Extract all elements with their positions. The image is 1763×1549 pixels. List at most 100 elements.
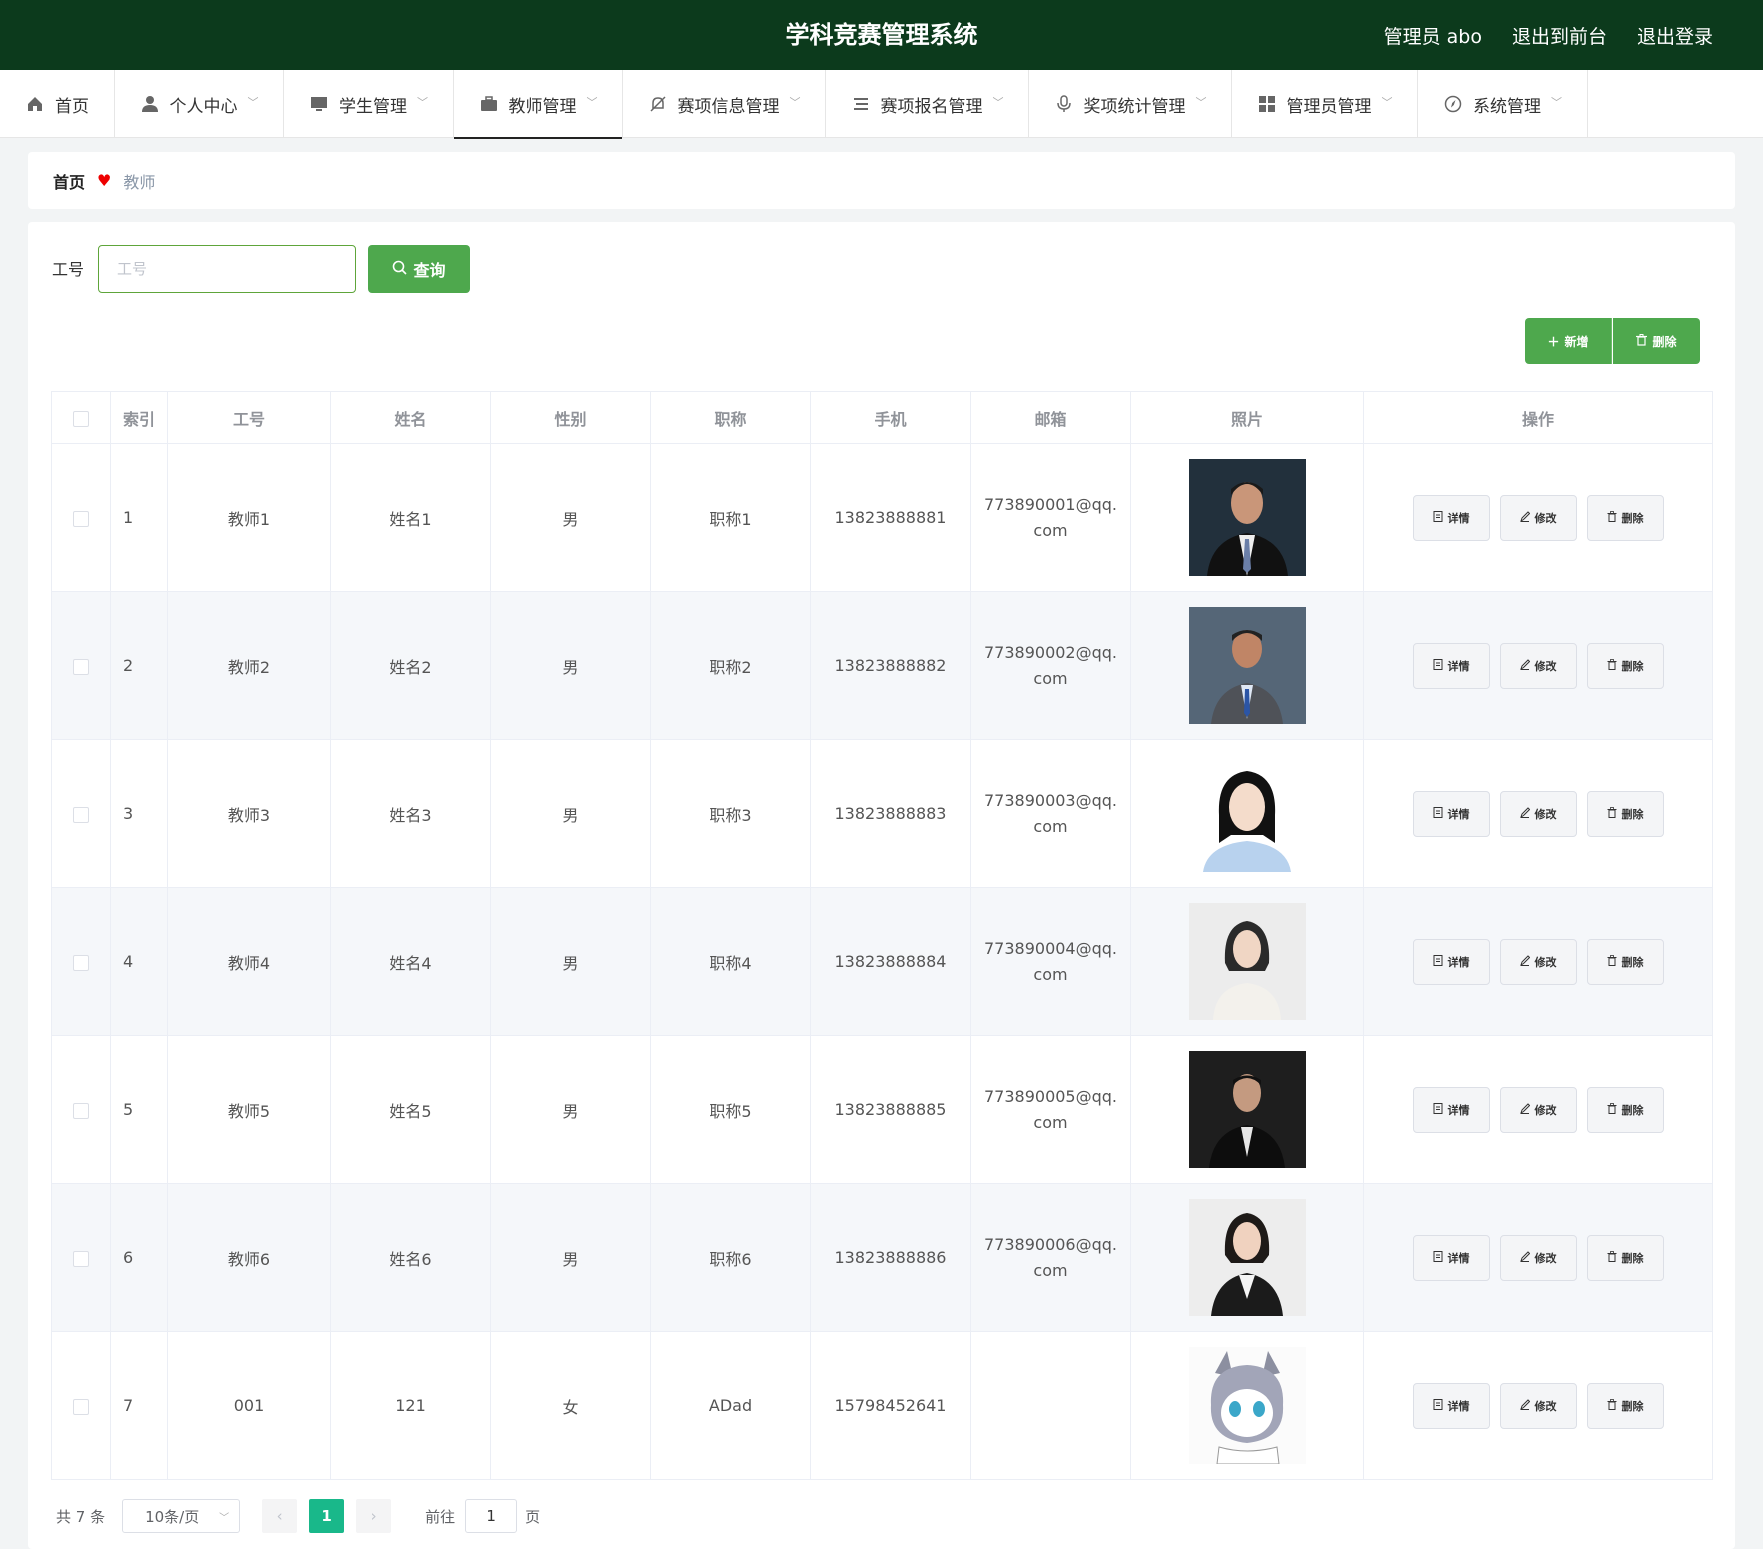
teacher-photo[interactable] (1188, 1199, 1306, 1316)
teacher-photo[interactable] (1188, 607, 1306, 724)
detail-button[interactable]: 详情 (1412, 1234, 1490, 1281)
table-row: 2 教师2 姓名2 男职称2 13823888882 773890002@qq.com 详情… (51, 591, 1713, 740)
cell-index: 2 (110, 591, 168, 740)
cell-ops: 详情 修改 删除 (1363, 1035, 1713, 1184)
edit-button[interactable]: 修改 (1499, 494, 1577, 541)
row-checkbox[interactable] (73, 954, 89, 971)
cell-title: ADad (650, 1331, 811, 1480)
trash-icon (1607, 1398, 1617, 1413)
detail-button[interactable]: 详情 (1412, 1382, 1490, 1429)
email-text: 773890002@qq.com (983, 642, 1117, 688)
menu-label: 学生管理 (339, 96, 407, 117)
menu-item-student-mgmt[interactable]: 学生管理 ﹀ (284, 70, 454, 138)
edit-label: 修改 (1534, 1103, 1557, 1117)
row-checkbox[interactable] (73, 1250, 89, 1267)
menu-item-admin-mgmt[interactable]: 管理员管理 ﹀ (1232, 70, 1418, 138)
delete-button[interactable]: 删除 (1586, 494, 1664, 541)
menu-label: 赛项信息管理 (677, 96, 780, 117)
cell-photo (1130, 1331, 1364, 1480)
query-button[interactable]: 查询 (368, 245, 470, 293)
menu-item-contest-info-mgmt[interactable]: 赛项信息管理 ﹀ (623, 70, 826, 138)
email-text: 773890004@qq.com (983, 938, 1117, 984)
add-button-label: 新增 (1564, 334, 1589, 349)
row-checkbox[interactable] (73, 806, 89, 823)
cell-name: 121 (330, 1331, 491, 1480)
detail-button[interactable]: 详情 (1412, 790, 1490, 837)
teacher-photo[interactable] (1188, 1347, 1306, 1464)
add-button[interactable]: ＋ 新增 (1525, 318, 1612, 364)
prev-page-button[interactable]: ‹ (262, 1499, 298, 1533)
cell-title: 职称5 (650, 1035, 811, 1184)
row-checkbox-cell[interactable] (51, 591, 111, 740)
delete-button[interactable]: 删除 (1586, 1086, 1664, 1133)
exit-to-front-link[interactable]: 退出到前台 (1512, 22, 1607, 49)
compass-icon (1443, 94, 1463, 114)
teacher-photo[interactable] (1188, 755, 1306, 872)
menu-item-personal-center[interactable]: 个人中心 ﹀ (115, 70, 284, 138)
select-all-checkbox-cell[interactable] (51, 391, 111, 444)
teacher-table: 索引 工号 姓名 性别 职称 手机 邮箱 照片 操作 1 教师1 姓名1 男职称1 13… (51, 391, 1713, 1480)
cell-ops: 详情 修改 删除 (1363, 1183, 1713, 1332)
menu-item-contest-signup-mgmt[interactable]: 赛项报名管理 ﹀ (826, 70, 1029, 138)
delete-button[interactable]: 删除 (1586, 1234, 1664, 1281)
edit-button[interactable]: 修改 (1499, 642, 1577, 689)
delete-button[interactable]: 删除 (1586, 790, 1664, 837)
row-checkbox-cell[interactable] (51, 1183, 111, 1332)
chevron-down-icon: ﹀ (1551, 96, 1562, 109)
delete-button[interactable]: 删除 (1586, 642, 1664, 689)
detail-button[interactable]: 详情 (1412, 494, 1490, 541)
teacher-photo[interactable] (1188, 459, 1306, 576)
cell-email: 773890003@qq.com (970, 739, 1131, 888)
edit-button[interactable]: 修改 (1499, 1086, 1577, 1133)
teacher-photo[interactable] (1188, 903, 1306, 1020)
row-checkbox[interactable] (73, 1102, 89, 1119)
page-number-current[interactable]: 1 (309, 1499, 345, 1533)
edit-button[interactable]: 修改 (1499, 938, 1577, 985)
cell-index: 1 (110, 443, 168, 592)
cell-gender: 女 (490, 1331, 651, 1480)
menu-item-home[interactable]: 首页 (0, 70, 115, 138)
breadcrumb-home[interactable]: 首页 (53, 169, 85, 193)
edit-button[interactable]: 修改 (1499, 1234, 1577, 1281)
menu-item-teacher-mgmt[interactable]: 教师管理 ﹀ (454, 70, 623, 139)
select-all-checkbox[interactable] (73, 410, 89, 427)
row-checkbox-cell[interactable] (51, 443, 111, 592)
cell-phone: 13823888882 (810, 591, 971, 740)
page-suffix: 页 (525, 1507, 541, 1526)
goto-page-input[interactable]: 1 (465, 1499, 518, 1533)
row-checkbox[interactable] (73, 658, 89, 675)
row-checkbox-cell[interactable] (51, 1035, 111, 1184)
menu-item-award-stats-mgmt[interactable]: 奖项统计管理 ﹀ (1029, 70, 1232, 138)
cell-gender: 男 (490, 887, 651, 1036)
batch-delete-button[interactable]: 删除 (1613, 318, 1700, 364)
detail-button[interactable]: 详情 (1412, 1086, 1490, 1133)
edit-button[interactable]: 修改 (1499, 1382, 1577, 1429)
search-input[interactable] (98, 245, 356, 293)
logout-link[interactable]: 退出登录 (1637, 22, 1713, 49)
plus-icon: ＋ (1547, 334, 1560, 349)
edit-label: 修改 (1534, 511, 1557, 525)
edit-button[interactable]: 修改 (1499, 790, 1577, 837)
detail-label: 详情 (1447, 955, 1470, 969)
detail-button[interactable]: 详情 (1412, 642, 1490, 689)
menu-item-system-mgmt[interactable]: 系统管理 ﹀ (1418, 70, 1588, 138)
delete-button[interactable]: 删除 (1586, 938, 1664, 985)
document-icon (1433, 1102, 1443, 1117)
next-page-button[interactable]: › (356, 1499, 392, 1533)
cell-photo (1130, 443, 1364, 592)
row-checkbox-cell[interactable] (51, 739, 111, 888)
chevron-down-icon: ﹀ (417, 96, 428, 109)
main-menu: 首页 个人中心 ﹀ 学生管理 ﹀ 教师管理 ﹀ 赛项信息管理 ﹀ 赛项报名管理 … (0, 70, 1763, 139)
row-checkbox[interactable] (73, 1398, 89, 1415)
row-checkbox-cell[interactable] (51, 1331, 111, 1480)
detail-label: 详情 (1447, 659, 1470, 673)
cell-id: 教师5 (167, 1035, 331, 1184)
col-id: 工号 (167, 391, 331, 444)
detail-button[interactable]: 详情 (1412, 938, 1490, 985)
delete-button[interactable]: 删除 (1586, 1382, 1664, 1429)
page-size-select[interactable]: 10条/页 ﹀ (122, 1499, 241, 1533)
menu-label: 赛项报名管理 (880, 96, 983, 117)
row-checkbox[interactable] (73, 510, 89, 527)
teacher-photo[interactable] (1188, 1051, 1306, 1168)
row-checkbox-cell[interactable] (51, 887, 111, 1036)
